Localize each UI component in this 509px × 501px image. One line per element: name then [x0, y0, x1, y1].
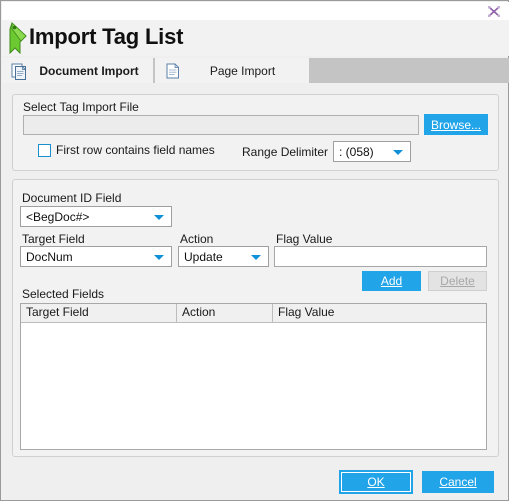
page-icon	[164, 62, 182, 80]
chevron-down-icon	[251, 254, 261, 260]
import-file-path-input[interactable]	[23, 115, 419, 135]
add-button-label: Add	[380, 274, 403, 288]
delete-button-label: Delete	[440, 274, 475, 288]
dialog-header: Import Tag List	[2, 20, 509, 56]
title-bar	[2, 2, 509, 20]
tab-page-import[interactable]: Page Import	[155, 58, 310, 83]
target-field-select[interactable]: DocNum	[20, 246, 172, 267]
page-title: Import Tag List	[29, 24, 184, 49]
target-field-label: Target Field	[22, 232, 85, 246]
document-id-field-select[interactable]: <BegDoc#>	[20, 206, 172, 227]
browse-button-label: Browse...	[430, 117, 481, 132]
first-row-contains-field-names-checkbox[interactable]: First row contains field names	[38, 143, 215, 157]
selected-fields-label: Selected Fields	[22, 287, 105, 301]
import-tag-list-dialog: Import Tag List Document Import Page Imp…	[0, 0, 509, 501]
range-delimiter-value: : (058)	[339, 145, 374, 159]
tab-document-import[interactable]: Document Import	[2, 58, 154, 83]
tab-document-import-label: Document Import	[39, 63, 139, 78]
ok-button-label: OK	[367, 475, 385, 489]
first-row-checkbox-label: First row contains field names	[56, 143, 215, 157]
target-field-value: DocNum	[26, 250, 73, 264]
add-button[interactable]: Add	[362, 271, 421, 291]
range-delimiter-select[interactable]: : (058)	[333, 141, 411, 162]
documents-icon	[11, 62, 29, 80]
flag-value-input[interactable]	[274, 246, 487, 267]
cancel-button-label: Cancel	[439, 475, 477, 489]
range-delimiter-label: Range Delimiter	[242, 145, 329, 159]
column-header-flag-value[interactable]: Flag Value	[273, 304, 486, 322]
table-header-row: Target Field Action Flag Value	[21, 304, 486, 323]
selected-fields-table: Target Field Action Flag Value	[20, 303, 487, 450]
delete-button: Delete	[428, 271, 487, 291]
chevron-down-icon	[154, 254, 164, 260]
select-tag-import-file-label: Select Tag Import File	[23, 100, 139, 114]
chevron-down-icon	[154, 214, 164, 220]
checkbox-box	[38, 143, 51, 157]
browse-button[interactable]: Browse...	[424, 114, 488, 135]
tab-strip: Document Import Page Import	[2, 58, 509, 83]
ok-button[interactable]: OK	[340, 471, 412, 493]
close-icon[interactable]	[487, 5, 501, 18]
action-label: Action	[180, 232, 214, 246]
action-value: Update	[184, 250, 223, 264]
action-select[interactable]: Update	[178, 246, 269, 267]
column-header-target-field[interactable]: Target Field	[21, 304, 177, 322]
document-id-field-label: Document ID Field	[22, 191, 122, 205]
tab-page-import-label: Page Import	[209, 63, 276, 78]
document-id-field-value: <BegDoc#>	[26, 210, 90, 224]
chevron-down-icon	[393, 149, 403, 155]
column-header-action[interactable]: Action	[177, 304, 273, 322]
cancel-button[interactable]: Cancel	[422, 471, 494, 493]
flag-value-label: Flag Value	[276, 232, 333, 246]
